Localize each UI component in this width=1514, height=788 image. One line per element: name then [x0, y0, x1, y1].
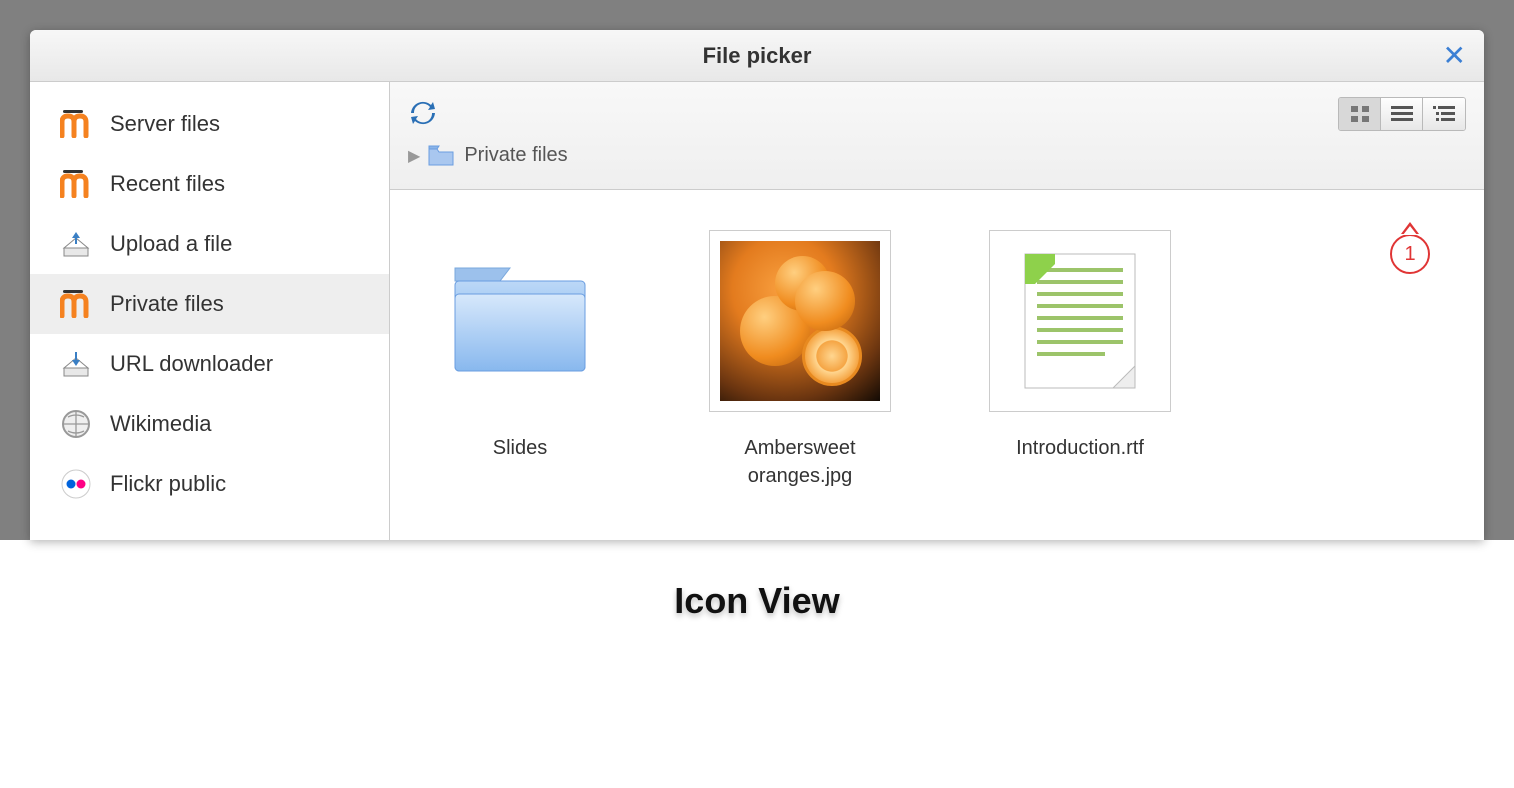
dialog-titlebar: File picker ✕: [30, 30, 1484, 82]
figure-caption: Icon View: [0, 580, 1514, 622]
repository-sidebar: Server files Recent files: [30, 82, 390, 540]
dialog-title: File picker: [703, 43, 812, 69]
sidebar-item-label: Wikimedia: [110, 411, 211, 437]
tree-view-button[interactable]: [1423, 98, 1465, 130]
view-mode-toggle: [1338, 97, 1466, 131]
file-item-folder[interactable]: Slides: [420, 230, 620, 462]
list-view-button[interactable]: [1381, 98, 1423, 130]
chevron-right-icon: ▶: [408, 146, 420, 166]
file-item-image[interactable]: Ambersweet oranges.jpg: [700, 230, 900, 490]
sidebar-item-label: Flickr public: [110, 471, 226, 497]
breadcrumb-path: Private files: [464, 144, 567, 167]
main-panel: ▶ Private files 1: [390, 82, 1484, 540]
folder-thumbnail: [429, 230, 611, 412]
callout-number: 1: [1404, 243, 1415, 266]
moodle-icon: [58, 106, 94, 142]
sidebar-item-label: Upload a file: [110, 231, 232, 257]
sidebar-item-label: Recent files: [110, 171, 225, 197]
sidebar-item-private-files[interactable]: Private files: [30, 274, 389, 334]
moodle-icon: [58, 286, 94, 322]
file-item-document[interactable]: Introduction.rtf: [980, 230, 1180, 462]
sidebar-item-recent-files[interactable]: Recent files: [30, 154, 389, 214]
sidebar-item-upload-a-file[interactable]: Upload a file: [30, 214, 389, 274]
toolbar: ▶ Private files 1: [390, 82, 1484, 190]
folder-icon: [428, 145, 454, 167]
moodle-icon: [58, 166, 94, 202]
close-icon[interactable]: ✕: [1443, 42, 1466, 70]
sidebar-item-label: URL downloader: [110, 351, 273, 377]
sidebar-item-wikimedia[interactable]: Wikimedia: [30, 394, 389, 454]
sidebar-item-server-files[interactable]: Server files: [30, 94, 389, 154]
document-thumbnail: [989, 230, 1171, 412]
image-thumbnail: [709, 230, 891, 412]
sidebar-item-label: Private files: [110, 291, 224, 317]
upload-icon: [58, 226, 94, 262]
refresh-icon[interactable]: [408, 98, 440, 130]
callout-marker: 1: [1390, 234, 1430, 274]
files-grid: Slides Ambersweet oranges.jpg: [390, 190, 1484, 540]
file-label: Ambersweet oranges.jpg: [700, 434, 900, 490]
sidebar-item-url-downloader[interactable]: URL downloader: [30, 334, 389, 394]
download-icon: [58, 346, 94, 382]
wikimedia-icon: [58, 406, 94, 442]
file-label: Slides: [420, 434, 620, 462]
flickr-icon: [58, 466, 94, 502]
icon-view-button[interactable]: [1339, 98, 1381, 130]
file-picker-dialog: File picker ✕ Server files: [30, 30, 1484, 540]
sidebar-item-flickr-public[interactable]: Flickr public: [30, 454, 389, 514]
sidebar-item-label: Server files: [110, 111, 220, 137]
file-label: Introduction.rtf: [980, 434, 1180, 462]
breadcrumb[interactable]: ▶ Private files: [408, 144, 1466, 167]
